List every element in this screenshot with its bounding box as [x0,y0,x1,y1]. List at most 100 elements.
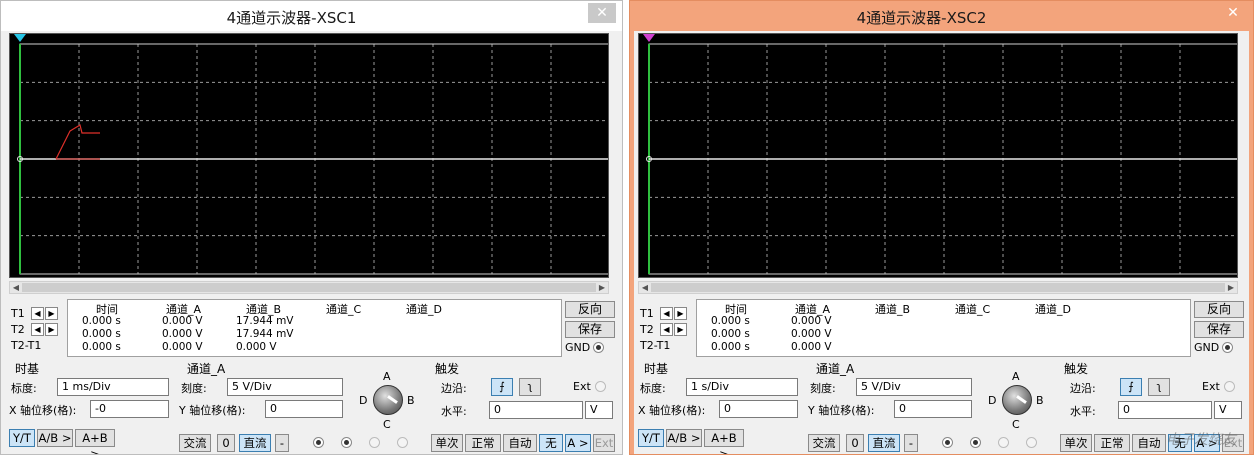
readout-cell: 17.944 mV [236,328,294,340]
save-button[interactable]: 保存 [565,321,615,338]
channel-radio[interactable] [341,437,352,448]
y-position-input[interactable]: 0 [894,400,972,418]
channel-radio[interactable] [1026,437,1037,448]
zero-button[interactable]: 0 [217,434,235,452]
zero-button[interactable]: 0 [846,434,864,452]
close-icon[interactable]: ✕ [588,3,616,23]
cursor-row-t2-t1: T2-T1 [11,337,66,353]
normal-button[interactable]: 正常 [1094,434,1130,452]
readout-cell: 0.000 V [791,328,832,340]
arrow-left-icon[interactable]: ◀ [31,306,44,320]
arrow-left-icon[interactable]: ◀ [660,306,673,320]
readout-cell: 0.000 s [82,341,121,353]
channel-radio[interactable] [397,437,408,448]
knob-label-c: C [383,418,391,431]
ac-button[interactable]: 交流 [808,434,840,452]
single-button[interactable]: 单次 [1060,434,1092,452]
single-button[interactable]: 单次 [431,434,463,452]
minus-button[interactable]: - [275,434,289,452]
arrow-right-icon[interactable]: ▶ [45,322,58,336]
level-unit[interactable]: V [1214,401,1242,419]
reverse-button[interactable]: 反向 [565,301,615,318]
yt-button[interactable]: Y/T [9,429,35,447]
level-unit[interactable]: V [585,401,613,419]
horizontal-scrollbar[interactable]: ◀ ▶ [638,281,1238,294]
x-position-label: X 轴位移(格): [638,404,706,417]
cursor-row-t2: T2 ◀ ▶ [640,321,695,337]
falling-edge-icon[interactable]: ʅ [1148,378,1170,396]
channel-radio[interactable] [970,437,981,448]
readout-cell: 0.000 s [711,315,750,327]
timebase-scale-input[interactable]: 1 ms/Div [57,378,169,396]
apb-button[interactable]: A+B > [704,429,744,454]
cursor-readout-table: 时间 通道_A 通道_B 通道_C 通道_D 0.000 s 0.000 V 0.0… [696,299,1191,357]
normal-button[interactable]: 正常 [465,434,501,452]
readout-cell: 0.000 s [82,315,121,327]
x-position-input[interactable]: 0 [719,400,798,418]
scroll-right-icon[interactable]: ▶ [596,282,608,293]
level-input[interactable]: 0 [1118,401,1212,419]
gnd-label: GND [565,341,591,354]
arrow-right-icon[interactable]: ▶ [674,306,687,320]
save-button[interactable]: 保存 [1194,321,1244,338]
channel-selector-knob[interactable] [1002,385,1032,415]
dc-button[interactable]: 直流 [868,434,900,452]
ext-label: Ext [573,380,591,393]
title-bar[interactable]: 4通道示波器-XSC2 ✕ [630,1,1253,31]
arrow-left-icon[interactable]: ◀ [31,322,44,336]
channel-radio[interactable] [998,437,1009,448]
gnd-control: GND [1194,341,1244,354]
y-position-input[interactable]: 0 [265,400,343,418]
apb-button[interactable]: A+B > [75,429,115,454]
horizontal-scrollbar[interactable]: ◀ ▶ [9,281,609,294]
arrow-right-icon[interactable]: ▶ [45,306,58,320]
readout-header: 通道_D [406,303,442,316]
yt-button[interactable]: Y/T [638,429,664,447]
x-position-input[interactable]: -0 [90,400,169,418]
channel-radio[interactable] [942,437,953,448]
timebase-scale-input[interactable]: 1 s/Div [686,378,798,396]
ab-button[interactable]: A/B > [37,429,73,447]
rising-edge-icon[interactable]: ⨍ [1120,378,1142,396]
scroll-left-icon[interactable]: ◀ [639,282,651,293]
dc-button[interactable]: 直流 [239,434,271,452]
timebase-scale-label: 标度: [11,382,37,395]
scroll-left-icon[interactable]: ◀ [10,282,22,293]
ext-trigger-button[interactable]: Ext [593,434,615,452]
reverse-button[interactable]: 反向 [1194,301,1244,318]
minus-button[interactable]: - [904,434,918,452]
ext-radio[interactable] [1224,381,1235,392]
channel-radio[interactable] [313,437,324,448]
channel-scale-input[interactable]: 5 V/Div [856,378,972,396]
scroll-right-icon[interactable]: ▶ [1225,282,1237,293]
ab-button[interactable]: A/B > [666,429,702,447]
close-icon[interactable]: ✕ [1219,3,1247,23]
channel-scale-input[interactable]: 5 V/Div [227,378,343,396]
auto-button[interactable]: 自动 [503,434,537,452]
cursor-label: T2 [11,322,25,336]
ac-button[interactable]: 交流 [179,434,211,452]
none-button[interactable]: 无 [539,434,563,452]
y-position-label: Y 轴位移(格): [179,404,246,417]
readout-cell: 0.000 s [711,341,750,353]
readout-cell: 0.000 V [162,315,203,327]
a-trigger-button[interactable]: A > [565,434,591,452]
gnd-radio[interactable] [593,342,605,353]
auto-button[interactable]: 自动 [1132,434,1166,452]
timebase-group: 时基 标度: 1 ms/Div X 轴位移(格): -0 Y/T A/B > A… [5,358,175,454]
scroll-thumb[interactable] [651,283,1225,292]
arrow-left-icon[interactable]: ◀ [660,322,673,336]
arrow-right-icon[interactable]: ▶ [674,322,687,336]
ext-radio[interactable] [595,381,606,392]
channel-radio[interactable] [369,437,380,448]
scroll-thumb[interactable] [22,283,596,292]
channel-selector-knob[interactable] [373,385,403,415]
rising-edge-icon[interactable]: ⨍ [491,378,513,396]
knob-label-d: D [359,394,368,407]
cursor-controls: T1 ◀ ▶ T2 ◀ ▶ T2-T1 [11,305,66,353]
readout-cell: 0.000 V [791,341,832,353]
level-input[interactable]: 0 [489,401,583,419]
gnd-radio[interactable] [1222,342,1234,353]
title-bar[interactable]: 4通道示波器-XSC1 ✕ [1,1,622,31]
falling-edge-icon[interactable]: ʅ [519,378,541,396]
